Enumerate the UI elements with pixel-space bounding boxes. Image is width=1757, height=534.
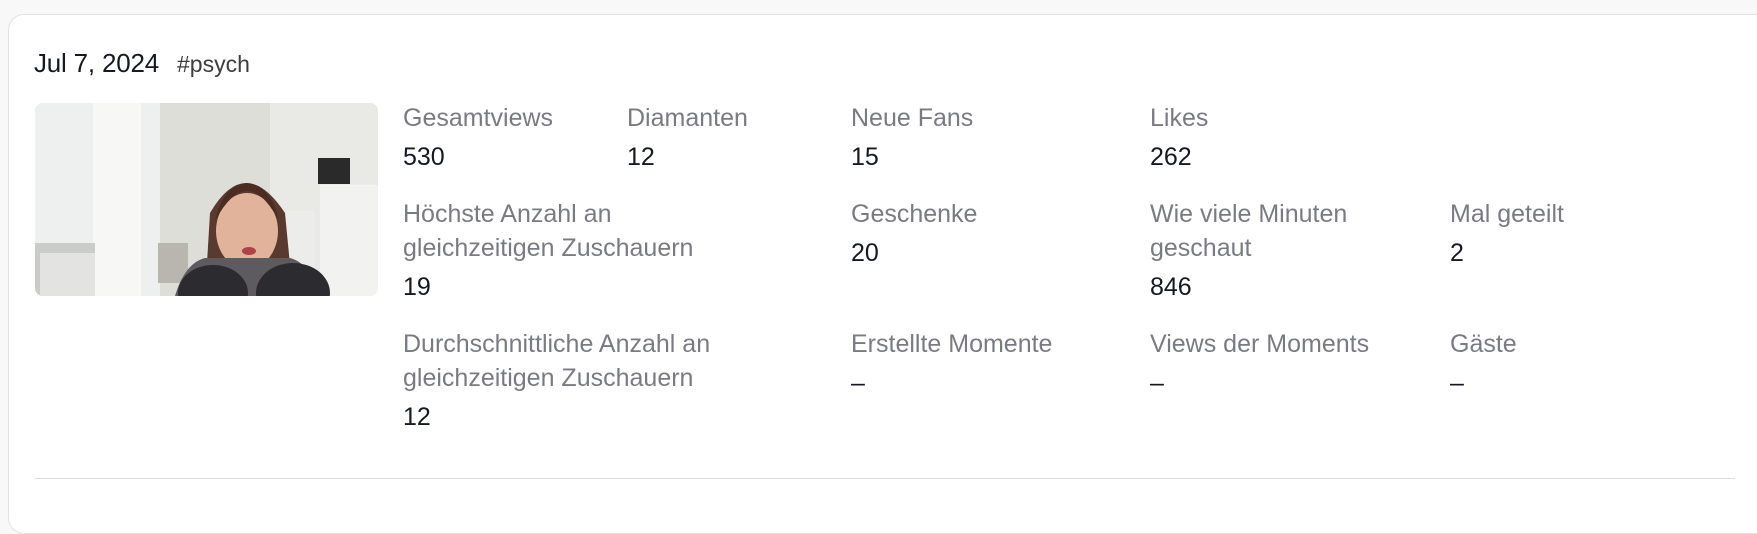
stat-moment-views: Views der Moments –	[1150, 327, 1369, 400]
stat-label: Neue Fans	[851, 104, 974, 132]
stat-label-line2: gleichzeitigen Zuschauern	[403, 234, 694, 262]
stat-peak-viewers: Höchste Anzahl an gleichzeitigen Zuschau…	[403, 197, 693, 304]
stat-value: 19	[403, 273, 431, 301]
stat-value: 262	[1150, 143, 1192, 171]
stat-likes: Likes 262	[1150, 101, 1208, 174]
session-header: Jul 7, 2024 #psych	[34, 48, 250, 79]
stat-label: Likes	[1150, 104, 1209, 132]
stat-value: 12	[403, 403, 431, 431]
stat-total-views: Gesamtviews 530	[403, 101, 553, 174]
stat-label-line2: gleichzeitigen Zuschauern	[403, 364, 694, 392]
stat-value: –	[1150, 369, 1164, 397]
session-thumbnail[interactable]	[35, 103, 378, 296]
session-date: Jul 7, 2024	[34, 48, 160, 78]
stat-label: Mal geteilt	[1450, 200, 1564, 228]
stat-label: Gesamtviews	[403, 104, 554, 132]
stat-label-line1: Durchschnittliche Anzahl an	[403, 330, 711, 358]
stat-label: Views der Moments	[1150, 330, 1370, 358]
stat-label: Geschenke	[851, 200, 978, 228]
stat-label-line2: geschaut	[1150, 234, 1252, 262]
stat-value: 2	[1450, 239, 1464, 267]
stat-diamonds: Diamanten 12	[627, 101, 748, 174]
stat-value: –	[851, 369, 865, 397]
stat-value: 530	[403, 143, 445, 171]
stat-value: 15	[851, 143, 879, 171]
stat-shares: Mal geteilt 2	[1450, 197, 1564, 270]
stat-minutes-watched: Wie viele Minuten geschaut 846	[1150, 197, 1347, 304]
stat-new-fans: Neue Fans 15	[851, 101, 973, 174]
stat-gifts: Geschenke 20	[851, 197, 977, 270]
stat-label: Diamanten	[627, 104, 748, 132]
stat-average-viewers: Durchschnittliche Anzahl an gleichzeitig…	[403, 327, 710, 434]
session-tag: #psych	[177, 51, 250, 77]
stat-guests: Gäste –	[1450, 327, 1517, 400]
card-divider	[35, 478, 1735, 479]
stat-label-line1: Wie viele Minuten	[1150, 200, 1348, 228]
stat-label: Erstellte Momente	[851, 330, 1053, 358]
stat-value: 12	[627, 143, 655, 171]
stat-moments-created: Erstellte Momente –	[851, 327, 1052, 400]
stat-value: 20	[851, 239, 879, 267]
stat-value: –	[1450, 369, 1464, 397]
stat-label: Gäste	[1450, 330, 1517, 358]
stat-value: 846	[1150, 273, 1192, 301]
stat-label-line1: Höchste Anzahl an	[403, 200, 612, 228]
